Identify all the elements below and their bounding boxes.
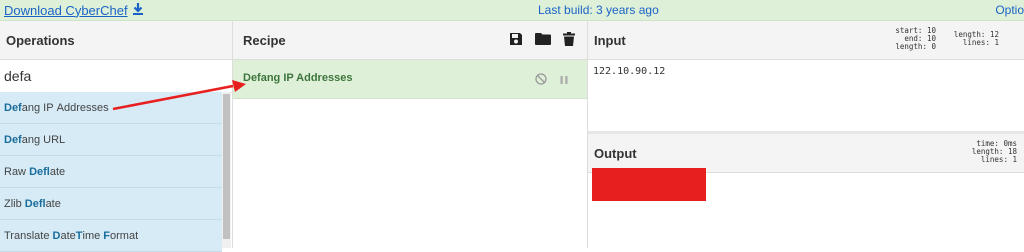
output-redaction-box	[592, 168, 706, 201]
stat-selection-length-value: 0	[931, 42, 936, 51]
save-icon[interactable]	[509, 32, 523, 49]
stat-label: lines:	[962, 38, 990, 47]
stat-lines-value: 1	[994, 38, 999, 47]
download-link[interactable]: Download CyberChef	[4, 2, 144, 18]
top-bar: Download CyberChef Last build: 3 years a…	[0, 0, 1024, 21]
recipe-header: Recipe	[233, 21, 587, 60]
input-panel: Input start: 10 end: 10 length: 0 length…	[588, 21, 1024, 131]
operations-search-input[interactable]: defa	[0, 60, 232, 93]
stat-label: lines:	[980, 155, 1008, 164]
recipe-panel: Recipe Defang IP Addresses	[233, 21, 588, 248]
disable-icon[interactable]	[535, 72, 547, 90]
trash-icon[interactable]	[563, 31, 575, 49]
operations-heading: Operations	[0, 21, 232, 60]
recipe-heading: Recipe	[243, 32, 286, 48]
last-build-text: Last build: 3 years ago	[538, 3, 659, 17]
recipe-operation-name: Defang IP Addresses	[243, 72, 353, 84]
input-length-stats: length: 12 lines: 1	[943, 31, 999, 47]
recipe-operation[interactable]: Defang IP Addresses	[233, 60, 587, 99]
folder-icon[interactable]	[535, 32, 551, 48]
download-icon	[132, 2, 144, 18]
operations-panel: Operations defa Defang IP Addresses Defa…	[0, 21, 233, 252]
output-heading: Output	[594, 145, 637, 161]
options-link[interactable]: Optio	[995, 3, 1024, 17]
input-header: Input start: 10 end: 10 length: 0 length…	[588, 21, 1024, 60]
operation-item-raw-deflate[interactable]: Raw Deflate	[0, 156, 222, 188]
operation-item-translate-datetime[interactable]: Translate DateTime Format	[0, 220, 222, 252]
pause-icon[interactable]	[559, 72, 569, 90]
scrollbar-thumb[interactable]	[223, 94, 230, 239]
operation-item-label: Translate DateTime Format	[4, 229, 139, 242]
operation-item-label: Zlib Deflate	[4, 197, 61, 210]
operations-list: Defang IP Addresses Defang URL Raw Defla…	[0, 92, 222, 252]
operation-item-label: Raw Deflate	[4, 165, 66, 178]
operations-scrollbar[interactable]	[222, 92, 231, 248]
operation-item-label: Defang IP Addresses	[4, 101, 109, 114]
download-label: Download CyberChef	[4, 2, 128, 18]
operation-item-label: Defang URL	[4, 133, 66, 146]
stat-lines-value: 1	[1012, 155, 1017, 164]
input-textarea[interactable]: 122.10.90.12	[593, 66, 665, 77]
stat-label: length:	[895, 42, 927, 51]
input-heading: Input	[594, 32, 626, 48]
operation-item-zlib-deflate[interactable]: Zlib Deflate	[0, 188, 222, 220]
output-stats: time: 0ms length: 18 lines: 1	[943, 140, 1017, 164]
input-selection-stats: start: 10 end: 10 length: 0	[880, 27, 936, 51]
output-panel: Output time: 0ms length: 18 lines: 1	[588, 134, 1024, 248]
operation-item-defang-ip[interactable]: Defang IP Addresses	[0, 92, 222, 124]
operation-item-defang-url[interactable]: Defang URL	[0, 124, 222, 156]
